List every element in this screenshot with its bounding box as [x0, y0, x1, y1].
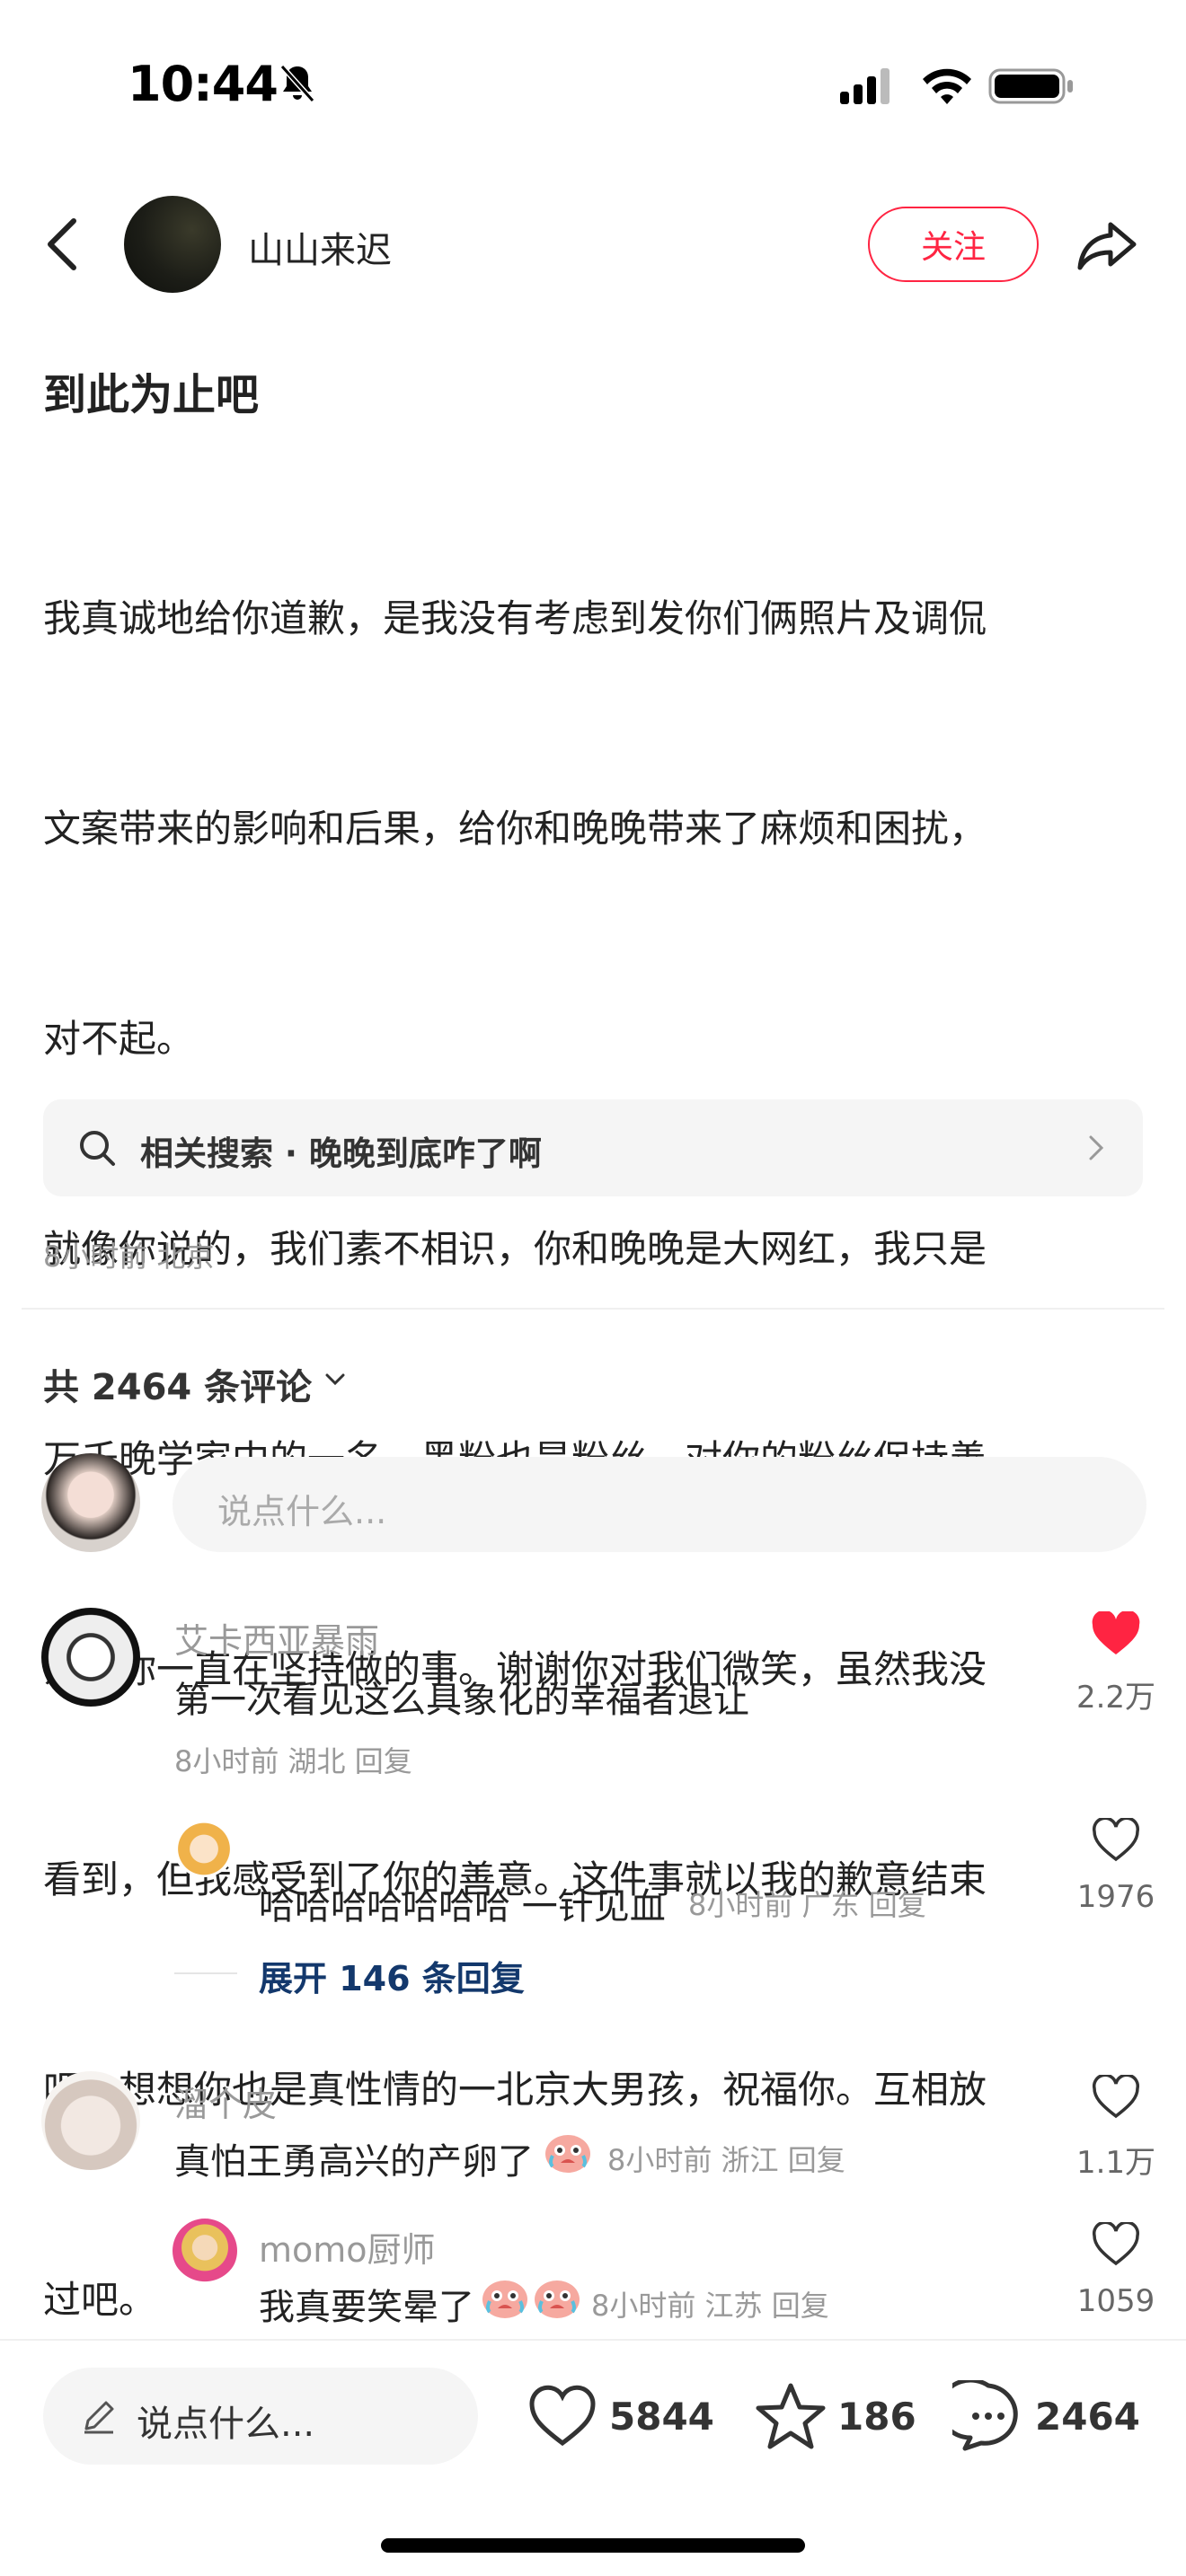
like-count: 2.2万 [1075, 1680, 1156, 1716]
comment-meta[interactable]: 8小时前 湖北 回复 [174, 1739, 412, 1780]
reply-meta[interactable]: 8小时前 广东 回复 [688, 1883, 926, 1924]
author-username[interactable]: 山山来迟 [248, 221, 392, 273]
reply-meta[interactable]: 8小时前 江苏 回复 [591, 2283, 829, 2325]
replier-avatar[interactable] [173, 2219, 237, 2283]
chevron-right-icon [1089, 1135, 1104, 1160]
comment-meta[interactable]: 8小时前 浙江 回复 [607, 2138, 845, 2179]
status-time: 10:44 [128, 56, 279, 112]
replier-name[interactable]: momo厨师 [259, 2222, 436, 2272]
bottom-comment-input[interactable]: 说点什么... [43, 2368, 478, 2465]
replier-avatar[interactable] [173, 1814, 235, 1877]
author-avatar[interactable] [124, 196, 221, 293]
comment-bubble-icon[interactable] [952, 2380, 1024, 2452]
commenter-avatar[interactable] [41, 2071, 140, 2170]
crying-emoji-icon [535, 2280, 580, 2318]
share-icon[interactable] [1075, 212, 1139, 277]
expand-replies-button[interactable]: 展开 146 条回复 [259, 1951, 525, 2000]
comment-input[interactable]: 说点什么... [173, 1457, 1146, 1552]
heart-outline-icon[interactable] [1091, 2222, 1141, 2267]
cellular-signal-icon [840, 68, 890, 104]
like-count: 1976 [1076, 1879, 1155, 1915]
commenter-name[interactable]: 溜个皮 [174, 2077, 277, 2126]
heart-outline-icon[interactable] [1091, 1818, 1141, 1863]
my-avatar [41, 1453, 140, 1552]
expand-line [174, 1972, 237, 1974]
post-meta: 8小时前 北京 [43, 1239, 215, 1274]
comment-input-placeholder: 说点什么... [217, 1492, 387, 1531]
star-count: 186 [837, 2395, 916, 2439]
reply-text[interactable]: 我真要笑晕了 [259, 2278, 474, 2330]
like-count: 1.1万 [1075, 2145, 1156, 2181]
reply-text[interactable]: 哈哈哈哈哈哈哈 一针见血 [259, 1877, 666, 1929]
related-search-text: 相关搜索 · 晚晚到底咋了啊 [140, 1134, 542, 1173]
related-search-bar[interactable]: 相关搜索 · 晚晚到底咋了啊 [43, 1099, 1143, 1196]
post-line: 我真诚地给你道歉，是我没有考虑到发你们俩照片及调侃 [43, 596, 987, 640]
battery-icon [988, 68, 1073, 104]
mute-bell-icon [279, 64, 315, 103]
commenter-avatar[interactable] [41, 1608, 140, 1707]
like-count-total: 5844 [609, 2395, 714, 2439]
like-heart-icon[interactable] [527, 2380, 598, 2452]
post-line: 文案带来的影响和后果，给你和晚晚带来了麻烦和困扰， [43, 807, 987, 851]
crying-emoji-icon [545, 2135, 590, 2173]
heart-outline-icon[interactable] [1091, 2075, 1141, 2120]
post-line: 对不起。 [43, 1017, 195, 1061]
back-arrow-icon[interactable] [38, 212, 95, 277]
comment-count[interactable]: 共 2464 条评论 [43, 1358, 312, 1410]
divider [22, 1308, 1164, 1310]
commenter-name[interactable]: 艾卡西亚暴雨 [174, 1613, 379, 1663]
like-count: 1059 [1076, 2283, 1155, 2319]
search-icon [80, 1131, 115, 1166]
star-icon[interactable] [755, 2380, 827, 2452]
bottom-input-placeholder: 说点什么... [137, 2404, 315, 2445]
post-title: 到此为止吧 [43, 370, 260, 420]
comment-text[interactable]: 第一次看见这么具象化的幸福者退让 [174, 1671, 749, 1723]
wifi-icon [923, 68, 971, 104]
bottom-bar-border [0, 2339, 1186, 2341]
heart-filled-icon[interactable] [1091, 1611, 1141, 1656]
chevron-down-icon[interactable] [323, 1371, 347, 1389]
home-indicator [381, 2538, 805, 2553]
crying-emoji-icon [482, 2280, 527, 2318]
comment-text[interactable]: 真怕王勇高兴的产卵了 [174, 2132, 534, 2184]
pencil-icon [84, 2401, 114, 2434]
follow-button[interactable]: 关注 [868, 207, 1039, 282]
comment-count-total: 2464 [1035, 2395, 1140, 2439]
